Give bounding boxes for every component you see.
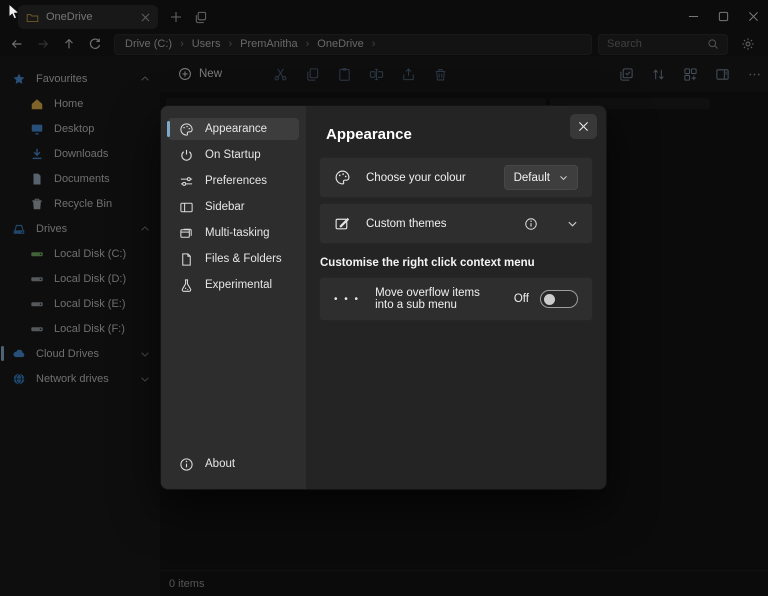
settings-nav-label: About: [205, 458, 236, 470]
settings-nav-experimental[interactable]: Experimental: [168, 274, 299, 296]
settings-nav-on-startup[interactable]: On Startup: [168, 144, 299, 166]
dialog-close-button[interactable]: [570, 114, 597, 139]
experimental-flask-icon: [179, 278, 194, 293]
multitask-windows-icon: [179, 226, 194, 241]
info-icon: [179, 457, 194, 472]
palette-icon: [334, 169, 351, 186]
settings-nav-about[interactable]: About: [168, 453, 299, 475]
ellipsis-icon: • • •: [334, 293, 361, 305]
sidebar-panel-icon: [179, 200, 194, 215]
power-icon: [179, 148, 194, 163]
colour-dropdown[interactable]: Default: [503, 165, 578, 190]
mouse-cursor: [8, 3, 22, 21]
settings-nav-label: Files & Folders: [205, 253, 282, 265]
settings-nav: Appearance On Startup Preferences Sideba…: [161, 106, 306, 489]
settings-nav-appearance[interactable]: Appearance: [167, 118, 299, 140]
settings-nav-label: Experimental: [205, 279, 273, 291]
settings-nav-preferences[interactable]: Preferences: [168, 170, 299, 192]
toggle-knob: [544, 293, 555, 305]
context-menu-section-label: Customise the right click context menu: [320, 257, 535, 269]
settings-content: Appearance Choose your colour Default Cu: [306, 106, 606, 489]
settings-nav-multi-tasking[interactable]: Multi-tasking: [168, 222, 299, 244]
settings-dialog: Appearance On Startup Preferences Sideba…: [160, 105, 607, 490]
settings-nav-label: On Startup: [205, 149, 261, 161]
dropdown-value: Default: [513, 171, 550, 184]
file-icon: [179, 252, 194, 267]
dialog-title: Appearance: [326, 126, 412, 143]
row-label: Custom themes: [366, 217, 447, 230]
row-label: Choose your colour: [366, 171, 466, 184]
edit-theme-icon: [334, 215, 351, 232]
settings-nav-label: Appearance: [205, 123, 268, 135]
palette-icon: [179, 122, 194, 137]
settings-nav-files-folders[interactable]: Files & Folders: [168, 248, 299, 270]
settings-nav-label: Sidebar: [205, 201, 245, 213]
settings-nav-label: Multi-tasking: [205, 227, 270, 239]
app-window: OneDrive Drive (C:) › Users › PremAnitha…: [0, 0, 768, 596]
overflow-toggle-switch[interactable]: [540, 290, 578, 308]
row-label: Move overflow items into a sub menu: [375, 287, 480, 311]
expander-chevron-icon[interactable]: [567, 218, 578, 229]
chevron-down-icon: [559, 173, 568, 182]
toggle-state-label: Off: [513, 293, 529, 305]
custom-themes-row[interactable]: Custom themes: [319, 203, 593, 244]
info-icon[interactable]: [524, 217, 538, 231]
sliders-icon: [179, 174, 194, 189]
settings-nav-sidebar[interactable]: Sidebar: [168, 196, 299, 218]
overflow-toggle-row: • • • Move overflow items into a sub men…: [319, 277, 593, 321]
settings-nav-label: Preferences: [205, 175, 268, 187]
selection-pill: [167, 121, 170, 137]
choose-colour-row: Choose your colour Default: [319, 157, 593, 198]
